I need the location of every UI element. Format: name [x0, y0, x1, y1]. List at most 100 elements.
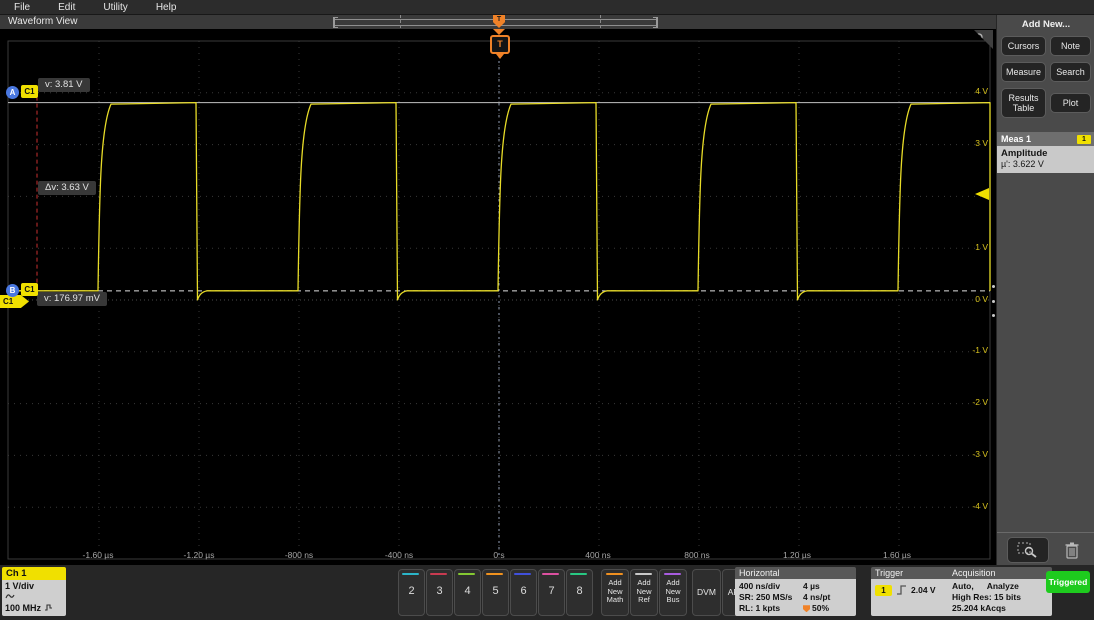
channel-4-button[interactable]: 4 [454, 569, 481, 616]
measurement-value: µ': 3.622 V [1001, 159, 1091, 169]
add-new-header: Add New... [997, 15, 1094, 30]
horizontal-badge[interactable]: Horizontal 400 ns/div4 µs SR: 250 MS/s4 … [735, 567, 856, 616]
channel-6-button[interactable]: 6 [510, 569, 537, 616]
trigger-status-badge: Triggered [1046, 571, 1090, 593]
trigger-badge[interactable]: Trigger 1 2.04 V [871, 567, 952, 616]
oscilloscope-app: File Edit Utility Help Waveform View T T… [0, 0, 1094, 620]
measurement-title: Meas 1 [1001, 134, 1031, 144]
add-note-button[interactable]: Note [1050, 36, 1091, 56]
channel-8-button[interactable]: 8 [566, 569, 593, 616]
trigger-title: Trigger [871, 567, 952, 579]
cursor-a-source-badge[interactable]: C1 [21, 85, 38, 98]
channel-1-title: Ch 1 [2, 567, 66, 580]
waveform-svg [0, 29, 996, 565]
results-table-label-line2: Table [1013, 103, 1035, 113]
horizontal-position: 50% [803, 603, 829, 614]
record-length: RL: 1 kpts [739, 603, 803, 614]
acquisition-settings: Auto, Analyze High Res: 15 bits 25.204 k… [948, 579, 1052, 616]
bus-color-stripe [664, 573, 681, 575]
probe-icon [5, 592, 63, 603]
channel-3-button[interactable]: 3 [426, 569, 453, 616]
x-axis-tick: 400 ns [585, 550, 611, 560]
channel-7-button[interactable]: 7 [538, 569, 565, 616]
menu-utility[interactable]: Utility [89, 2, 141, 13]
channel-5-color-stripe [486, 573, 503, 575]
cursor-b-readout: v: 176.97 mV [37, 292, 107, 306]
waveform-display[interactable]: T A C1 v: 3.81 V Δv: 3.63 V B C1 v: 176.… [0, 29, 996, 565]
channel-2-button[interactable]: 2 [398, 569, 425, 616]
channel-5-label: 5 [483, 585, 508, 597]
channel-1-badge[interactable]: Ch 1 1 V/div 100 MHz [2, 567, 66, 616]
waveform-view-tab-bar: Waveform View T [0, 15, 996, 29]
timebase-minimap[interactable]: T [333, 17, 658, 27]
panel-splitter-handle[interactable] [991, 285, 996, 317]
horizontal-window: 4 µs [803, 581, 820, 592]
menu-edit[interactable]: Edit [44, 2, 89, 13]
waveform-view-title[interactable]: Waveform View [8, 16, 77, 27]
acquisition-badge[interactable]: Acquisition Auto, Analyze High Res: 15 b… [948, 567, 1052, 616]
cursor-b-source-badge[interactable]: C1 [21, 283, 38, 296]
trigger-flag-tail-icon [496, 54, 504, 59]
y-axis-tick: -4 V [972, 501, 988, 511]
sample-resolution: 4 ns/pt [803, 592, 830, 603]
measurement-badge-header: Meas 1 1 [997, 132, 1094, 146]
x-axis-tick: -800 ns [285, 550, 313, 560]
channel-2-color-stripe [402, 573, 419, 575]
add-search-button[interactable]: Search [1050, 62, 1091, 82]
x-axis-tick: -1.60 µs [83, 550, 114, 560]
x-axis-tick: -1.20 µs [184, 550, 215, 560]
add-results-table-button[interactable]: Results Table [1001, 88, 1046, 118]
trigger-position-marker[interactable]: T [493, 15, 505, 28]
channel-5-button[interactable]: 5 [482, 569, 509, 616]
channel-7-color-stripe [542, 573, 559, 575]
measurement-name: Amplitude [1001, 148, 1091, 159]
channel-6-label: 6 [511, 585, 536, 597]
results-bar: Add New... Cursors Note Measure Search R… [996, 15, 1094, 565]
x-axis-tick: 1.60 µs [883, 550, 911, 560]
rising-edge-icon [896, 584, 907, 596]
ref-color-stripe [635, 573, 652, 575]
add-cursors-button[interactable]: Cursors [1001, 36, 1046, 56]
y-axis-tick: 1 V [975, 242, 988, 252]
trigger-indicator-flag[interactable]: T [489, 29, 509, 59]
add-new-math-button[interactable]: AddNewMath [601, 569, 629, 616]
y-axis-tick: 3 V [975, 138, 988, 148]
acquisition-mode: Auto, [952, 581, 974, 592]
zoom-tool-button[interactable] [1007, 537, 1049, 563]
menu-bar: File Edit Utility Help [0, 0, 1094, 15]
trigger-source-badge: 1 [875, 585, 892, 596]
menu-help[interactable]: Help [142, 2, 191, 13]
trigger-flag-label: T [490, 35, 510, 54]
channel-7-label: 7 [539, 585, 564, 597]
acquisition-detail: High Res: 15 bits [952, 592, 1048, 603]
dvm-button[interactable]: DVM [692, 569, 721, 616]
channel-8-color-stripe [570, 573, 587, 575]
cursor-a-badge[interactable]: A [6, 86, 19, 99]
settings-bar: Ch 1 1 V/div 100 MHz 2 3 4 5 6 7 8 AddNe… [0, 565, 1094, 620]
add-new-button-grid: Cursors Note Measure Search Results Tabl… [997, 30, 1094, 124]
add-measure-button[interactable]: Measure [1001, 62, 1046, 82]
channel-2-label: 2 [399, 585, 424, 597]
x-axis-tick: -400 ns [385, 550, 413, 560]
add-new-bus-button[interactable]: AddNewBus [659, 569, 687, 616]
y-axis-tick: -2 V [972, 397, 988, 407]
channel-1-bandwidth: 100 MHz [5, 603, 63, 614]
trash-button[interactable] [1059, 537, 1085, 562]
x-axis-tick: 800 ns [684, 550, 710, 560]
bandwidth-limit-icon [44, 603, 53, 611]
y-axis-tick: -3 V [972, 449, 988, 459]
channel-4-label: 4 [455, 585, 480, 597]
channel-8-label: 8 [567, 585, 592, 597]
menu-file[interactable]: File [0, 2, 44, 13]
results-bar-footer [997, 532, 1094, 565]
channel-3-color-stripe [430, 573, 447, 575]
channel-1-settings: 1 V/div 100 MHz [2, 580, 66, 616]
minimap-tick [400, 15, 401, 28]
add-plot-button[interactable]: Plot [1050, 93, 1091, 113]
minimap-tick [600, 15, 601, 28]
measurement-badge[interactable]: Meas 1 1 Amplitude µ': 3.622 V [997, 132, 1094, 173]
cursor-b-badge[interactable]: B [6, 284, 19, 297]
horizontal-scale: 400 ns/div [739, 581, 803, 592]
trash-icon [1064, 541, 1080, 559]
add-new-ref-button[interactable]: AddNewRef [630, 569, 658, 616]
